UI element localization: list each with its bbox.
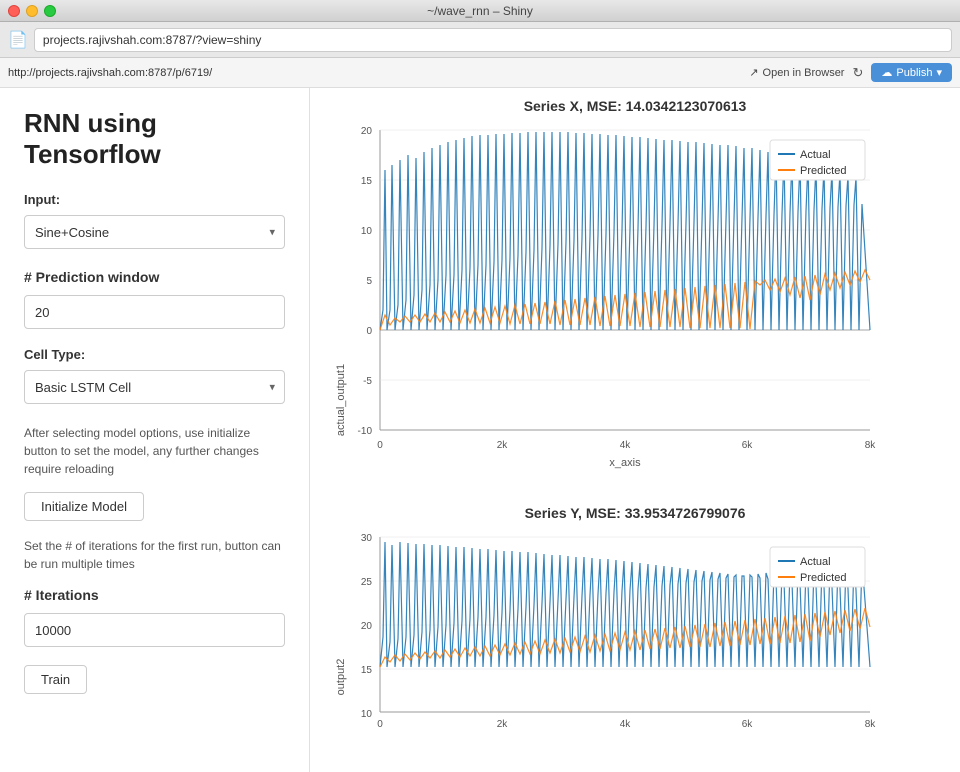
svg-text:Actual: Actual [800,149,831,161]
svg-text:15: 15 [361,665,373,676]
prediction-window-title: # Prediction window [24,269,285,285]
svg-text:Actual: Actual [800,556,831,568]
chart1-title: Series X, MSE: 14.0342123070613 [330,98,940,114]
svg-text:x_axis: x_axis [609,457,641,469]
chart1-container: Series X, MSE: 14.0342123070613 actual_o… [330,98,940,485]
svg-text:30: 30 [361,533,373,544]
input-select-wrapper: Sine+CosineSineCosine ▾ [24,215,285,249]
addressbar: 📄 [0,22,960,58]
svg-text:Predicted: Predicted [800,165,846,177]
close-button[interactable] [8,5,20,17]
input-select[interactable]: Sine+CosineSineCosine [24,215,285,249]
svg-text:-10: -10 [358,426,373,437]
chart1-y-label: actual_output1 [335,364,347,436]
chart2-svg: output2 30 25 20 15 10 [330,527,910,737]
app-title: RNN using Tensorflow [24,108,285,170]
input-label: Input: [24,192,285,207]
svg-text:0: 0 [377,719,383,730]
svg-text:0: 0 [377,440,383,451]
svg-text:8k: 8k [865,440,877,451]
train-button[interactable]: Train [24,665,87,694]
svg-text:2k: 2k [497,719,509,730]
app-container: RNN using Tensorflow Input: Sine+CosineS… [0,88,960,772]
page-icon: 📄 [8,30,28,50]
window-title: ~/wave_rnn – Shiny [427,4,533,18]
svg-text:5: 5 [366,276,372,287]
prediction-window-input[interactable] [24,295,285,329]
external-link-icon: ↗ [749,66,758,79]
svg-text:10: 10 [361,709,373,720]
minimize-button[interactable] [26,5,38,17]
initialize-model-button[interactable]: Initialize Model [24,492,144,521]
svg-text:Predicted: Predicted [800,572,846,584]
svg-text:4k: 4k [620,440,632,451]
chart2-svg-wrapper: output2 30 25 20 15 10 [330,527,940,742]
titlebar: ~/wave_rnn – Shiny [0,0,960,22]
publish-icon: ☁ [881,66,892,79]
refresh-button[interactable]: ↻ [852,65,863,81]
chart1-svg-wrapper: actual_output1 20 15 10 [330,120,940,485]
open-browser-button[interactable]: ↗ Open in Browser [749,66,844,79]
cell-type-select[interactable]: Basic LSTM CellGRU CellLSTM Cell [24,370,285,404]
svg-text:15: 15 [361,176,373,187]
svg-text:-5: -5 [363,376,372,387]
chart1-svg: actual_output1 20 15 10 [330,120,910,480]
svg-text:8k: 8k [865,719,877,730]
urlbar: http://projects.rajivshah.com:8787/p/671… [0,58,960,88]
model-help-text: After selecting model options, use initi… [24,424,285,478]
cell-type-label: Cell Type: [24,347,285,362]
svg-text:4k: 4k [620,719,632,730]
svg-text:6k: 6k [742,719,754,730]
chevron-down-icon: ▾ [936,66,942,79]
url-text: http://projects.rajivshah.com:8787/p/671… [8,67,741,79]
svg-text:20: 20 [361,126,373,137]
svg-text:2k: 2k [497,440,509,451]
svg-text:0: 0 [366,326,372,337]
publish-button[interactable]: ☁ Publish ▾ [871,63,952,82]
charts-area: Series X, MSE: 14.0342123070613 actual_o… [310,88,960,772]
chart2-container: Series Y, MSE: 33.9534726799076 output2 … [330,505,940,742]
iterations-title: # Iterations [24,587,285,603]
svg-text:10: 10 [361,226,373,237]
sidebar: RNN using Tensorflow Input: Sine+CosineS… [0,88,310,772]
svg-text:20: 20 [361,621,373,632]
address-input[interactable] [34,28,952,52]
chart2-y-label: output2 [335,659,347,696]
svg-text:6k: 6k [742,440,754,451]
traffic-lights [8,5,56,17]
iterations-input[interactable] [24,613,285,647]
chart2-title: Series Y, MSE: 33.9534726799076 [330,505,940,521]
svg-text:25: 25 [361,577,373,588]
iterations-help-text: Set the # of iterations for the first ru… [24,537,285,573]
cell-type-select-wrapper: Basic LSTM CellGRU CellLSTM Cell ▾ [24,370,285,404]
maximize-button[interactable] [44,5,56,17]
